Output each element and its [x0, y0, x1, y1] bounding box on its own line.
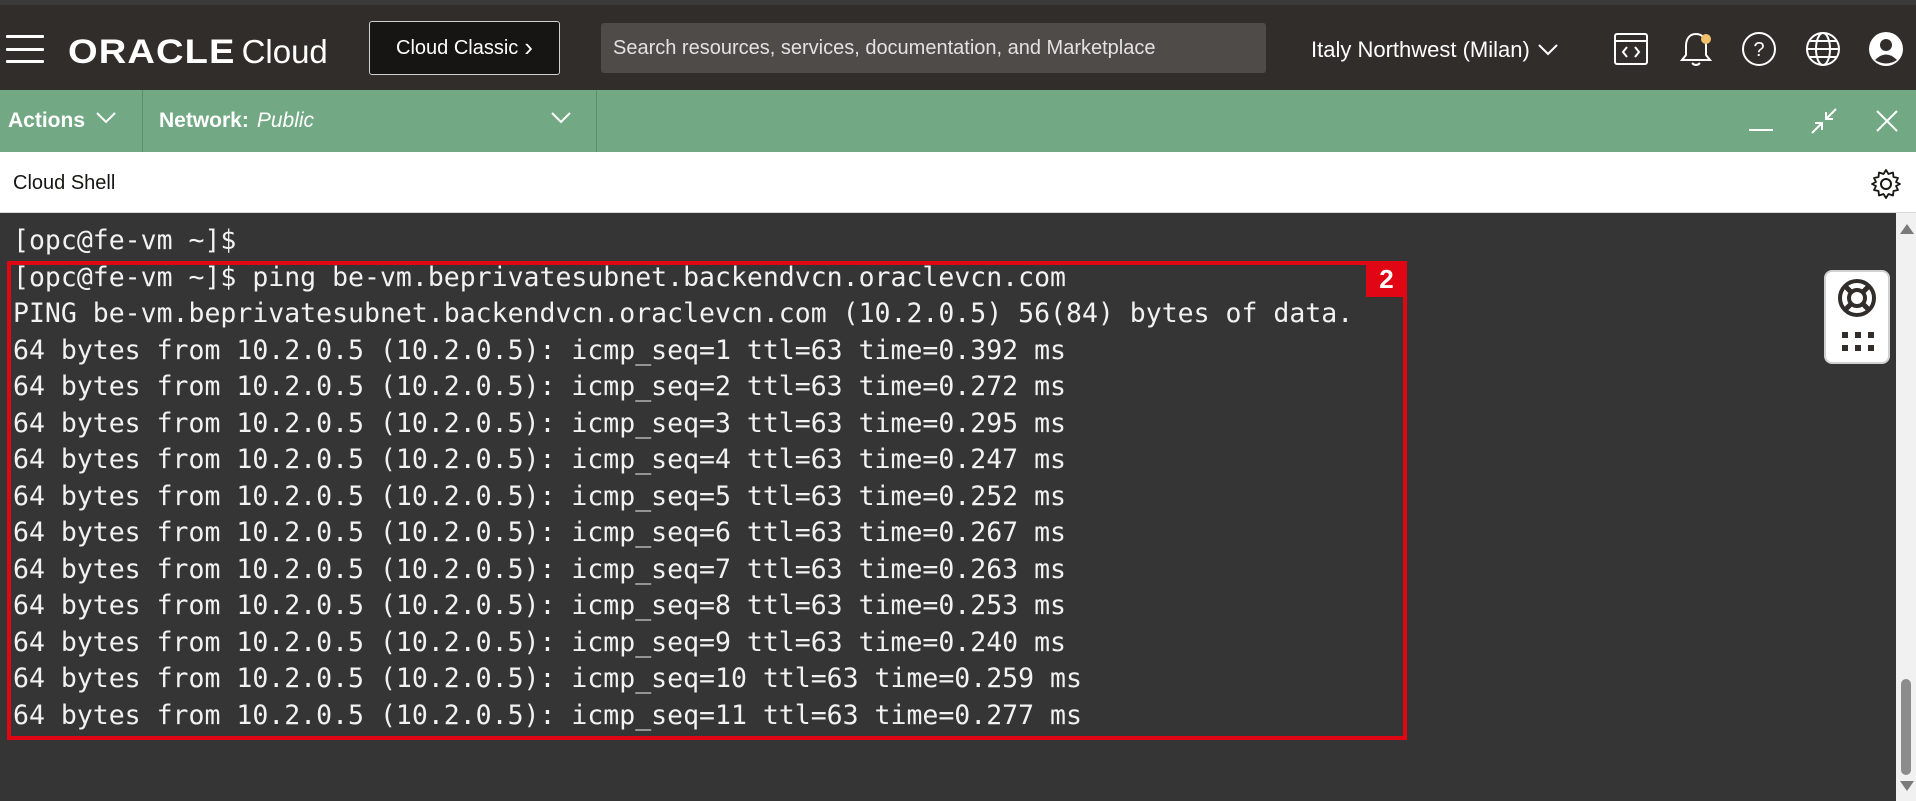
logo-product: Cloud	[241, 33, 328, 70]
network-value: Public	[256, 109, 315, 132]
network-selector[interactable]: Network: Public	[143, 90, 597, 152]
terminal-line: 64 bytes from 10.2.0.5 (10.2.0.5): icmp_…	[13, 444, 1066, 475]
cloud-shell-titlebar: Cloud Shell	[0, 152, 1916, 213]
cloud-classic-label: Cloud Classic	[396, 36, 519, 59]
top-header: ORACLE Cloud Cloud Classic › Italy North…	[0, 0, 1916, 90]
terminal-line: 64 bytes from 10.2.0.5 (10.2.0.5): icmp_…	[13, 408, 1066, 439]
cloud-shell-title: Cloud Shell	[13, 172, 116, 194]
terminal-line: PING be-vm.beprivatesubnet.backendvcn.or…	[13, 298, 1354, 329]
minimize-icon[interactable]	[1740, 100, 1782, 142]
terminal-line: 64 bytes from 10.2.0.5 (10.2.0.5): icmp_…	[13, 371, 1066, 402]
scroll-up-arrow-icon[interactable]	[1900, 224, 1914, 234]
search-input[interactable]	[601, 23, 1266, 73]
terminal-line: 64 bytes from 10.2.0.5 (10.2.0.5): icmp_…	[13, 517, 1066, 548]
oracle-cloud-logo[interactable]: ORACLE Cloud	[68, 33, 328, 71]
hamburger-menu-icon[interactable]	[6, 35, 44, 63]
globe-icon[interactable]	[1803, 29, 1843, 69]
user-profile-icon[interactable]	[1866, 29, 1906, 69]
chevron-down-icon	[551, 112, 571, 124]
terminal-line: [opc@fe-vm ~]$	[13, 225, 237, 256]
network-label: Network:	[159, 109, 249, 132]
chevron-right-icon: ›	[524, 31, 533, 62]
chevron-down-icon	[1538, 44, 1558, 56]
terminal-line: [opc@fe-vm ~]$ ping be-vm.beprivatesubne…	[13, 262, 1066, 293]
terminal-line: 64 bytes from 10.2.0.5 (10.2.0.5): icmp_…	[13, 554, 1066, 585]
cloud-shell-toolbar: Actions Network: Public	[0, 90, 1916, 152]
terminal-line: 64 bytes from 10.2.0.5 (10.2.0.5): icmp_…	[13, 700, 1082, 731]
scrollbar-thumb[interactable]	[1901, 679, 1911, 775]
scroll-down-arrow-icon[interactable]	[1900, 781, 1914, 791]
terminal-line: 64 bytes from 10.2.0.5 (10.2.0.5): icmp_…	[13, 627, 1066, 658]
terminal-line: 64 bytes from 10.2.0.5 (10.2.0.5): icmp_…	[13, 335, 1066, 366]
grid-dots-icon	[1842, 332, 1874, 351]
bell-icon[interactable]	[1676, 29, 1716, 69]
terminal-line: 64 bytes from 10.2.0.5 (10.2.0.5): icmp_…	[13, 663, 1082, 694]
terminal-line: 64 bytes from 10.2.0.5 (10.2.0.5): icmp_…	[13, 481, 1066, 512]
restore-icon[interactable]	[1803, 100, 1845, 142]
help-widget[interactable]	[1826, 272, 1888, 362]
actions-menu[interactable]: Actions	[0, 90, 143, 152]
settings-gear-icon[interactable]	[1870, 168, 1902, 200]
terminal-line: 64 bytes from 10.2.0.5 (10.2.0.5): icmp_…	[13, 590, 1066, 621]
terminal-scrollbar[interactable]	[1896, 213, 1916, 801]
region-selector[interactable]: Italy Northwest (Milan)	[1311, 35, 1558, 65]
logo-brand: ORACLE	[68, 33, 236, 71]
developer-tools-icon[interactable]	[1611, 29, 1651, 69]
help-icon[interactable]: ?	[1739, 29, 1779, 69]
lifebuoy-icon	[1838, 279, 1876, 317]
close-icon[interactable]	[1866, 100, 1908, 142]
annotation-badge: 2	[1366, 261, 1407, 297]
svg-text:?: ?	[1753, 39, 1764, 61]
cloud-classic-button[interactable]: Cloud Classic ›	[369, 21, 560, 75]
terminal-output[interactable]: [opc@fe-vm ~]$ [opc@fe-vm ~]$ ping be-vm…	[0, 213, 1896, 801]
region-label: Italy Northwest (Milan)	[1311, 37, 1530, 62]
chevron-down-icon	[96, 112, 116, 124]
actions-label: Actions	[8, 109, 86, 132]
